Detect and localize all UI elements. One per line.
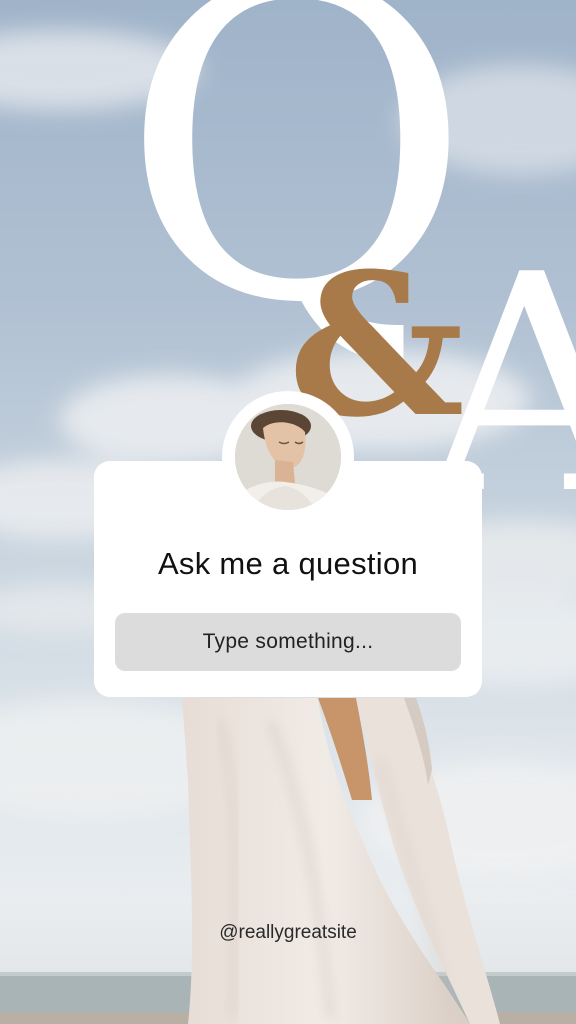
story-canvas: Q A & Ask me a question Type something..… [0,0,576,1024]
profile-photo-icon [235,404,341,510]
account-handle: @reallygreatsite [219,922,357,943]
question-prompt: Ask me a question [157,546,419,581]
avatar[interactable] [235,404,341,510]
reply-input[interactable]: Type something... [115,613,461,671]
